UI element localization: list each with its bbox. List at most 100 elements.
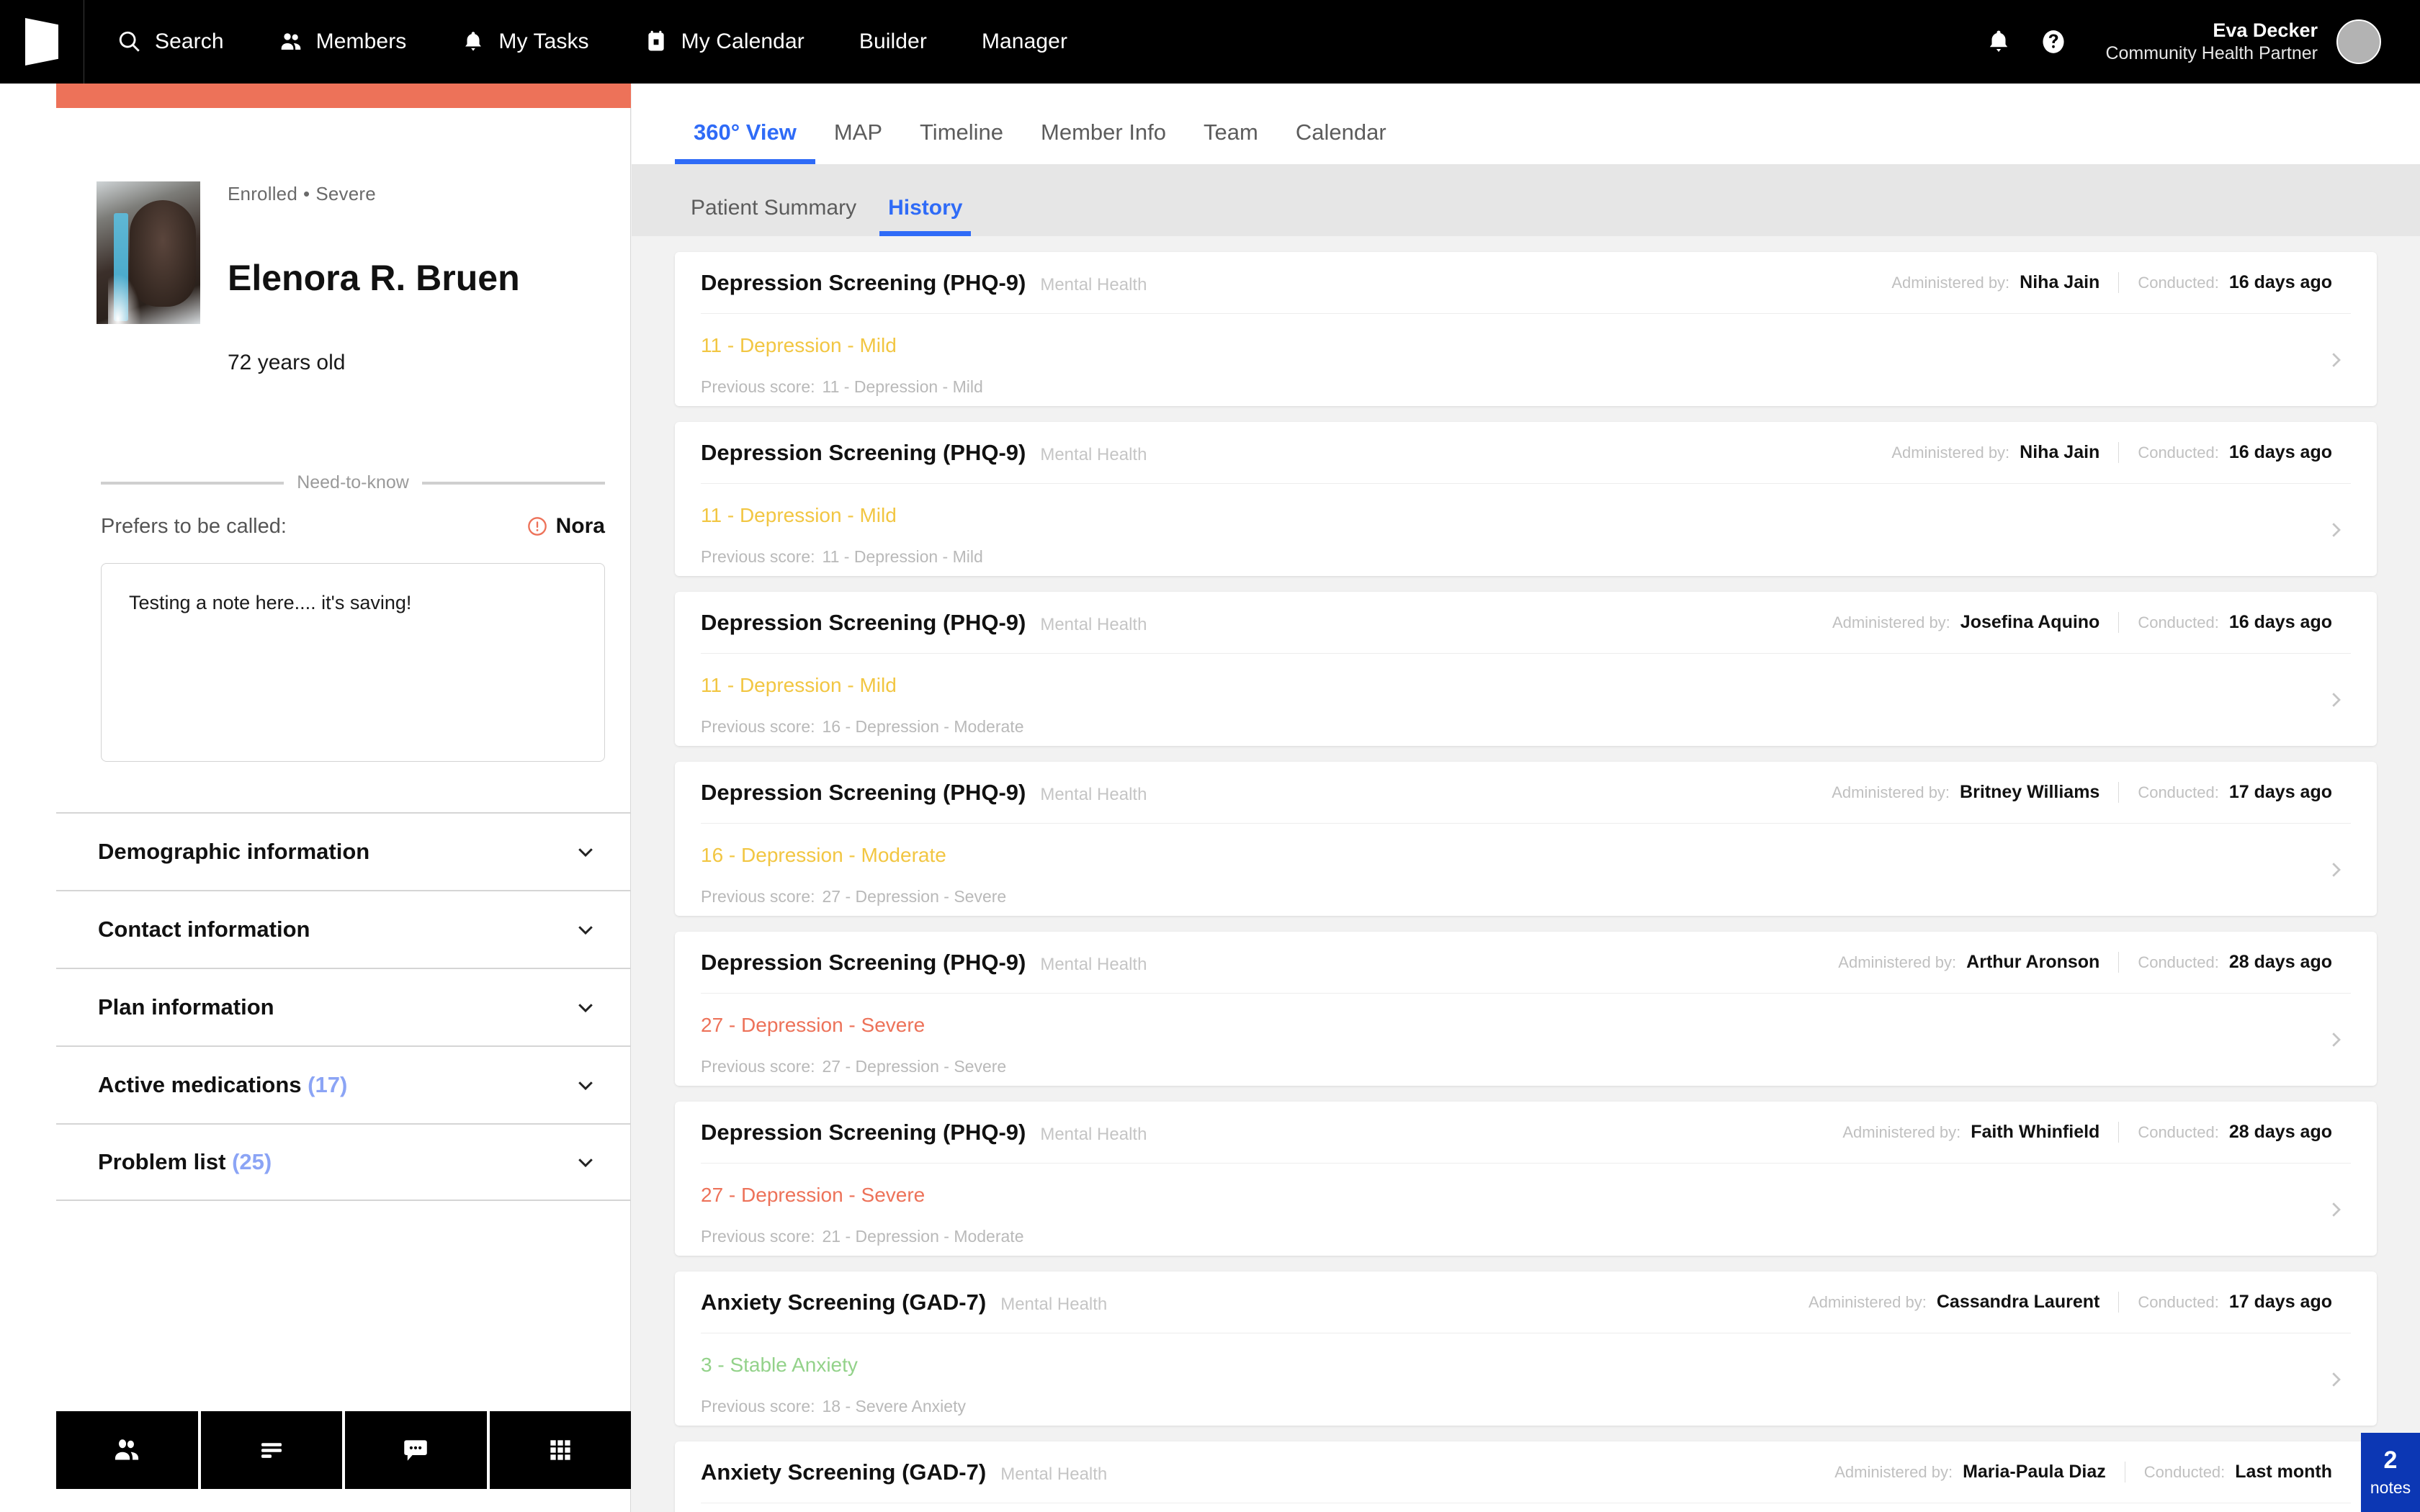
subtab-history[interactable]: History [872,196,978,236]
severity-accent-bar [56,84,631,108]
subtab-label: History [888,196,963,220]
chevron-right-icon[interactable] [2325,519,2347,541]
previous-score: Previous score: 11 - Depression - Mild [701,547,983,566]
tab-team[interactable]: Team [1185,120,1277,164]
need-to-know-note-input[interactable] [101,563,605,762]
avatar[interactable] [2336,19,2381,64]
history-card-title: Anxiety Screening (GAD-7) [701,1459,987,1485]
accordion-problem-list[interactable]: Problem list (25) [56,1123,631,1201]
previous-score-value: 27 - Depression - Severe [822,1057,1007,1076]
accordion-label: Problem list [98,1149,226,1174]
main-content-panel: 360° View MAP Timeline Member Info Team … [632,84,2420,1512]
accordion-demographic-information[interactable]: Demographic information [56,812,631,890]
chevron-right-icon[interactable] [2325,689,2347,711]
chevron-right-icon[interactable] [2325,1029,2347,1050]
notes-side-tab[interactable]: 2 notes [2361,1433,2420,1512]
history-card-list[interactable]: Depression Screening (PHQ-9) Mental Heal… [632,236,2420,1512]
history-card[interactable]: Anxiety Screening (GAD-7) Mental Health … [675,1441,2377,1512]
history-card-body: 27 - Depression - Severe Previous score:… [701,1164,2351,1256]
history-card-title-wrap: Depression Screening (PHQ-9) Mental Heal… [701,780,1147,806]
history-card-body: 27 - Depression - Severe Previous score:… [701,994,2351,1086]
bottom-toolbar-chat-button[interactable] [345,1411,487,1489]
history-card[interactable]: Depression Screening (PHQ-9) Mental Heal… [675,592,2377,746]
conducted-value: 17 days ago [2228,1292,2332,1312]
nav-item-my-tasks[interactable]: My Tasks [434,0,616,84]
conducted-value: 16 days ago [2228,272,2332,292]
patient-photo [97,181,200,324]
history-card-body: 11 - Depression - Mild Previous score: 11… [701,484,2351,576]
chevron-right-icon[interactable] [2325,349,2347,371]
administered-by-value: Maria-Paula Diaz [1963,1462,2106,1482]
conducted-label: Conducted: [2138,1123,2219,1141]
prefers-value-wrap: Nora [527,514,605,539]
tab-member-info[interactable]: Member Info [1022,120,1185,164]
previous-score-value: 11 - Depression - Mild [822,377,983,396]
nav-item-members-label: Members [315,30,407,53]
app-logo[interactable] [0,0,84,84]
user-name: Eva Decker [2213,19,2318,42]
help-button[interactable] [2026,0,2081,84]
nav-item-my-calendar[interactable]: My Calendar [617,0,832,84]
administered-by-value: Niha Jain [2020,442,2100,462]
history-card[interactable]: Depression Screening (PHQ-9) Mental Heal… [675,762,2377,916]
previous-score: Previous score: 18 - Severe Anxiety [701,1397,966,1416]
nav-right-cluster: Eva Decker Community Health Partner [1971,0,2420,84]
tab-label: Timeline [920,120,1004,145]
chat-bubble-icon [400,1435,431,1465]
patient-age: 72 years old [228,351,346,374]
history-card-title: Depression Screening (PHQ-9) [701,269,1026,295]
tab-calendar[interactable]: Calendar [1277,120,1405,164]
administered-by-label: Administered by: [1832,783,1950,801]
conducted-group: Conducted: Last month [2124,1462,2351,1482]
subtab-patient-summary[interactable]: Patient Summary [675,196,872,236]
tab-map[interactable]: MAP [815,120,901,164]
history-card-category: Mental Health [1040,614,1147,634]
history-card[interactable]: Anxiety Screening (GAD-7) Mental Health … [675,1272,2377,1426]
conducted-value: 28 days ago [2228,952,2332,972]
logo-mark-icon [25,18,58,66]
help-question-icon [2040,28,2067,55]
history-card-header: Depression Screening (PHQ-9) Mental Heal… [701,422,2351,484]
primary-tabbar: 360° View MAP Timeline Member Info Team … [632,84,2420,164]
chevron-right-icon[interactable] [2325,859,2347,881]
history-card[interactable]: Depression Screening (PHQ-9) Mental Heal… [675,252,2377,406]
bell-icon [1985,28,2012,55]
patient-name: Elenora R. Bruen [228,258,520,298]
administered-by-value: Britney Williams [1960,782,2100,802]
sidebar-bottom-toolbar [56,1411,631,1489]
administered-by-value: Josefina Aquino [1960,612,2100,632]
bottom-toolbar-notes-button[interactable] [200,1411,342,1489]
accordion-plan-information[interactable]: Plan information [56,968,631,1045]
nav-item-search[interactable]: Search [84,0,251,84]
bottom-toolbar-members-button[interactable] [56,1411,198,1489]
tab-timeline[interactable]: Timeline [901,120,1022,164]
search-icon [117,30,142,54]
history-card-header: Depression Screening (PHQ-9) Mental Heal… [701,252,2351,314]
notifications-button[interactable] [1971,0,2026,84]
nav-item-builder[interactable]: Builder [832,0,954,84]
people-icon [112,1435,142,1465]
chevron-right-icon[interactable] [2325,1369,2347,1390]
bottom-toolbar-apps-button[interactable] [489,1411,631,1489]
history-card-title-wrap: Depression Screening (PHQ-9) Mental Heal… [701,950,1147,976]
nav-item-manager[interactable]: Manager [954,0,1095,84]
user-menu[interactable]: Eva Decker Community Health Partner [2105,19,2381,64]
tab-label: Member Info [1041,120,1167,145]
conducted-group: Conducted: 28 days ago [2118,952,2351,973]
history-card-title: Depression Screening (PHQ-9) [701,949,1026,975]
chevron-right-icon[interactable] [2325,1199,2347,1220]
administered-by-group: Administered by: Maria-Paula Diaz [1816,1462,2125,1482]
accordion-contact-information[interactable]: Contact information [56,890,631,968]
conducted-group: Conducted: 16 days ago [2118,442,2351,463]
administered-by-label: Administered by: [1891,274,2010,292]
history-card[interactable]: Depression Screening (PHQ-9) Mental Heal… [675,932,2377,1086]
tab-360-view[interactable]: 360° View [675,120,815,164]
previous-score: Previous score: 27 - Depression - Severe [701,1057,1007,1076]
nav-item-members[interactable]: Members [251,0,434,84]
accordion-active-medications[interactable]: Active medications (17) [56,1045,631,1123]
history-card-title-wrap: Depression Screening (PHQ-9) Mental Heal… [701,440,1147,466]
enrollment-status-line: Enrolled • Severe [228,183,520,205]
history-card[interactable]: Depression Screening (PHQ-9) Mental Heal… [675,422,2377,576]
history-card[interactable]: Depression Screening (PHQ-9) Mental Heal… [675,1102,2377,1256]
nav-item-builder-label: Builder [859,30,927,53]
